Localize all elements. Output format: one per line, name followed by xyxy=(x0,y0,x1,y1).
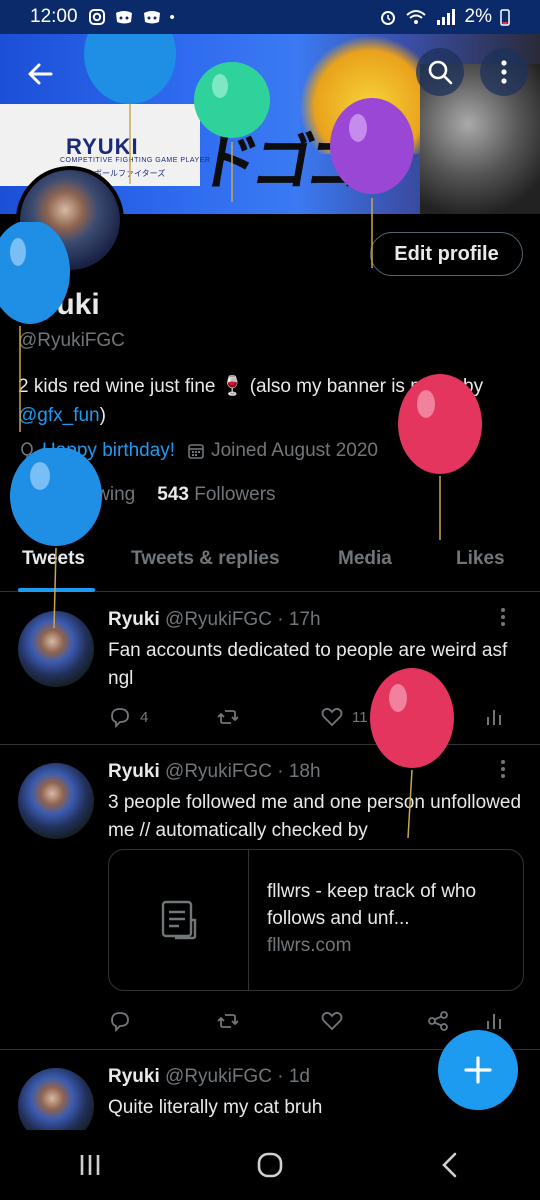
signal-icon xyxy=(436,9,455,25)
battery-percent: 2% xyxy=(464,6,492,27)
retweet-icon xyxy=(217,710,239,724)
home-button[interactable] xyxy=(240,1145,300,1185)
tab-media[interactable]: Media xyxy=(338,548,392,570)
followers-label: Followers xyxy=(194,484,276,505)
more-vertical-icon xyxy=(501,760,505,778)
compose-plus-icon xyxy=(464,1056,492,1084)
tweet-actions xyxy=(108,1009,508,1033)
tweet-author-handle: @RyukiFGC xyxy=(165,609,272,630)
system-nav-bar xyxy=(0,1130,540,1200)
tweet-more-button[interactable] xyxy=(500,607,506,632)
discord-icon xyxy=(115,11,132,24)
tweet-header: Ryuki @RyukiFGC · 17h xyxy=(108,609,321,631)
like-button[interactable]: 11 xyxy=(320,705,368,729)
link-card-domain: fllwrs.com xyxy=(267,935,352,956)
reply-icon xyxy=(111,1012,129,1033)
recent-apps-button[interactable] xyxy=(60,1145,120,1185)
followers-link[interactable]: 543 Followers xyxy=(157,484,275,506)
tweet-header: Ryuki @RyukiFGC · 18h xyxy=(108,761,321,783)
battery-icon xyxy=(500,9,510,26)
home-icon xyxy=(257,1152,283,1178)
link-card-text: fllwrs - keep track of who follows and u… xyxy=(267,878,517,959)
alarm-icon xyxy=(380,11,395,25)
analytics-button[interactable] xyxy=(484,705,504,729)
wifi-icon xyxy=(405,10,426,24)
tweet-more-button[interactable] xyxy=(500,759,506,784)
tweet-time: · 1d xyxy=(277,1066,310,1087)
analytics-icon xyxy=(487,1014,501,1029)
share-button[interactable] xyxy=(426,1009,450,1033)
tweet-author-handle: @RyukiFGC xyxy=(165,1066,272,1087)
back-arrow-icon xyxy=(28,63,53,85)
red-balloon-icon xyxy=(370,668,454,838)
instagram-icon xyxy=(88,9,105,25)
bio-end: ) xyxy=(99,405,106,426)
link-card-thumbnail xyxy=(109,850,249,990)
tweet-text: Fan accounts dedicated to people are wei… xyxy=(108,640,508,689)
notification-icons: • xyxy=(88,8,175,26)
like-button[interactable] xyxy=(320,1009,344,1033)
tab-tweets-replies[interactable]: Tweets & replies xyxy=(131,548,280,570)
retweet-button[interactable] xyxy=(216,705,240,729)
joined-text: Joined August 2020 xyxy=(211,440,378,461)
red-balloon-icon xyxy=(398,374,482,540)
like-count: 11 xyxy=(352,708,368,726)
tweet-text: 3 people followed me and one person unfo… xyxy=(108,792,522,841)
tweet-header: Ryuki @RyukiFGC · 1d xyxy=(108,1066,310,1088)
more-options-button[interactable] xyxy=(480,48,528,96)
status-time: 12:00 xyxy=(30,6,78,27)
back-button[interactable] xyxy=(16,50,64,98)
reply-count: 4 xyxy=(140,708,149,726)
share-icon xyxy=(428,1011,448,1031)
reply-icon xyxy=(111,708,129,729)
tweet-author-handle: @RyukiFGC xyxy=(165,761,272,782)
retweet-button[interactable] xyxy=(216,1009,240,1033)
blue-balloon-icon xyxy=(84,34,176,184)
more-vertical-icon xyxy=(501,608,505,626)
purple-balloon-icon xyxy=(330,98,414,268)
document-icon xyxy=(161,900,196,940)
analytics-button[interactable] xyxy=(484,1009,504,1033)
link-card[interactable]: fllwrs - keep track of who follows and u… xyxy=(108,849,524,991)
reply-button[interactable] xyxy=(108,1009,132,1033)
blue-balloon-icon xyxy=(0,222,70,432)
recent-apps-icon xyxy=(80,1155,100,1175)
search-icon xyxy=(428,60,453,85)
like-icon xyxy=(321,1011,343,1031)
retweet-icon xyxy=(217,1014,239,1028)
followers-count: 543 xyxy=(157,484,189,505)
chevron-left-icon xyxy=(442,1152,457,1178)
calendar-icon xyxy=(188,444,204,459)
analytics-icon xyxy=(487,710,501,725)
blue-balloon-icon xyxy=(10,448,102,628)
status-bar: 12:00 • 2% xyxy=(0,0,540,34)
green-balloon-icon xyxy=(194,62,270,202)
tweet-time: · 17h xyxy=(277,609,321,630)
link-card-title: fllwrs - keep track of who follows and u… xyxy=(267,881,477,929)
tweet-author-name: Ryuki xyxy=(108,609,160,630)
tweet-item[interactable]: Ryuki @RyukiFGC · 18h 3 people followed … xyxy=(0,745,540,1050)
discord-icon xyxy=(143,11,160,24)
tab-likes[interactable]: Likes xyxy=(456,548,505,570)
tweet-author-name: Ryuki xyxy=(108,761,160,782)
tweet-time: · 18h xyxy=(277,761,321,782)
tweet-avatar[interactable] xyxy=(18,763,94,839)
like-icon xyxy=(321,707,343,727)
dot-icon: • xyxy=(169,8,175,26)
compose-tweet-button[interactable] xyxy=(438,1030,518,1110)
joined-item: Joined August 2020 xyxy=(187,440,378,462)
reply-button[interactable]: 4 xyxy=(108,705,148,729)
system-back-button[interactable] xyxy=(420,1145,480,1185)
tweet-author-name: Ryuki xyxy=(108,1066,160,1087)
more-vertical-icon xyxy=(501,60,507,84)
search-button[interactable] xyxy=(416,48,464,96)
status-right: 2% xyxy=(379,6,510,28)
